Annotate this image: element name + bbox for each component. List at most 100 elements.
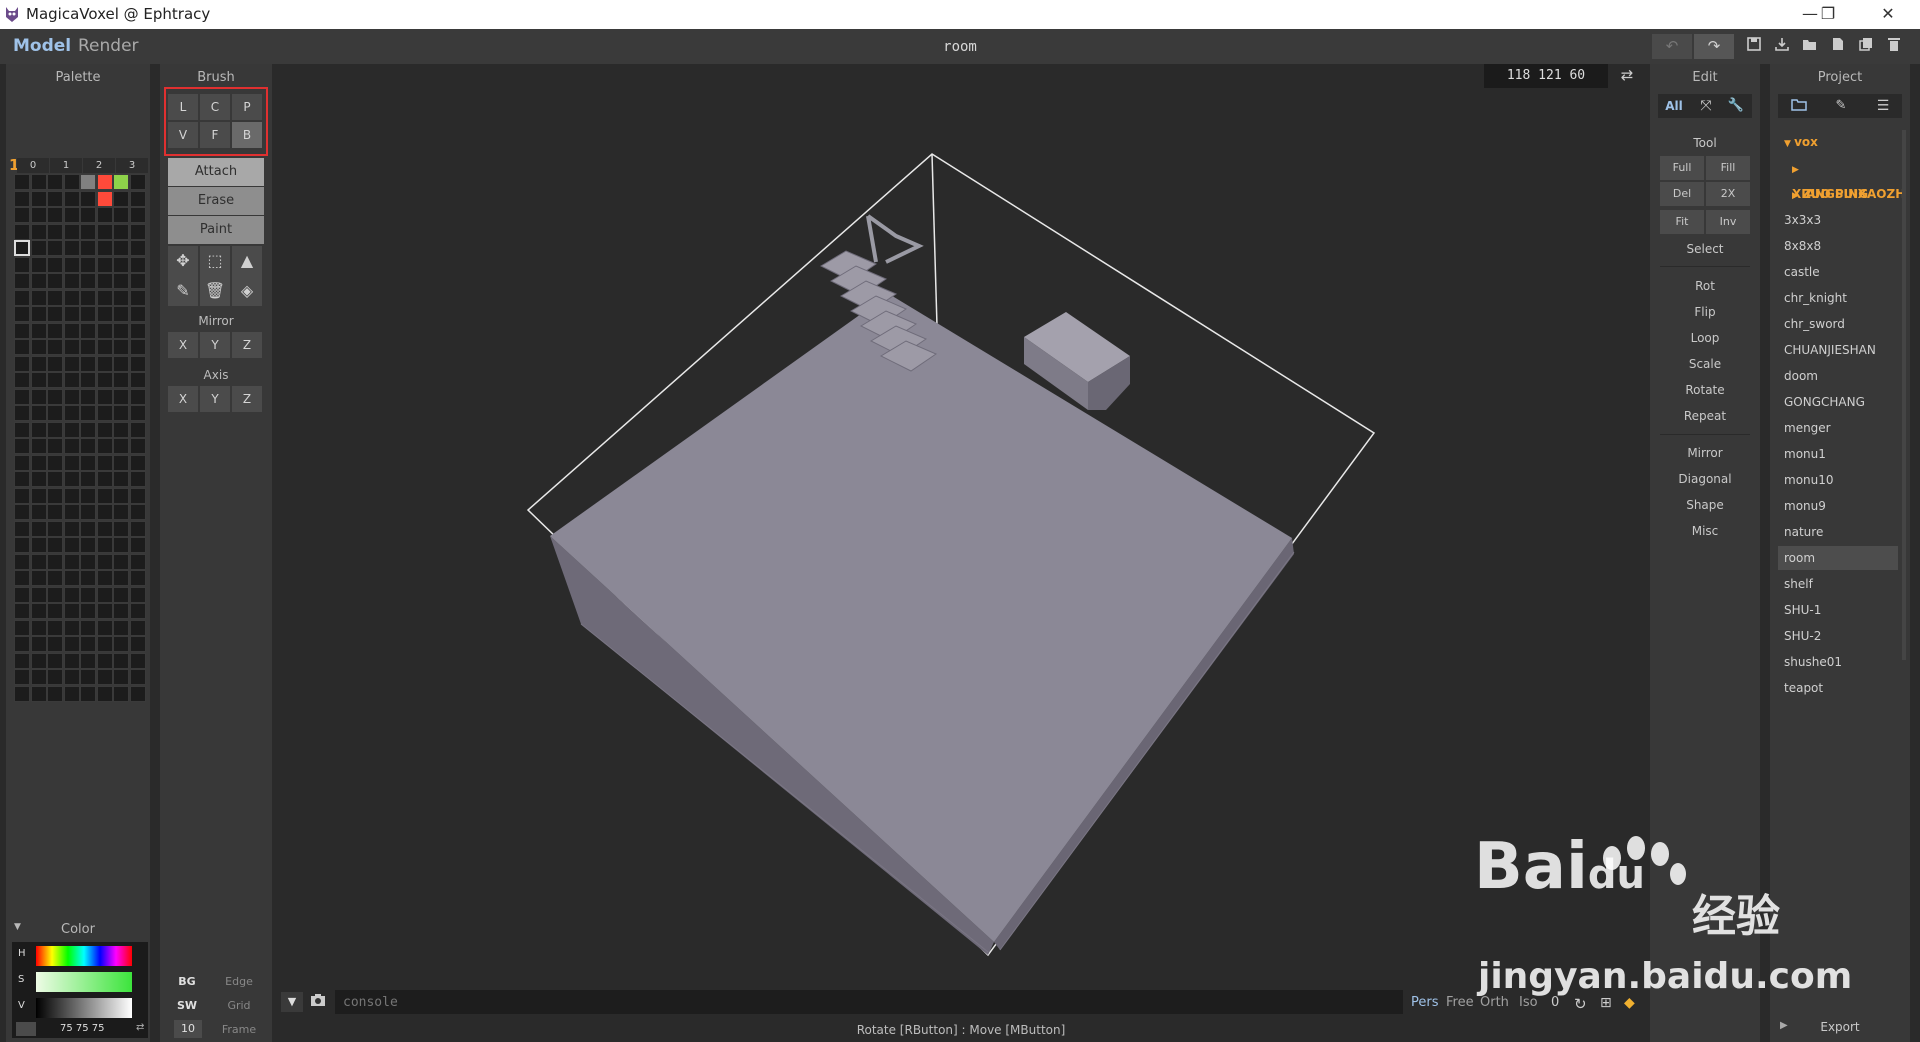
palette-cell[interactable] <box>80 603 96 619</box>
palette-cell[interactable] <box>113 240 129 256</box>
palette-cell[interactable] <box>47 388 63 405</box>
palette-cell[interactable] <box>14 537 30 553</box>
palette-cell[interactable] <box>80 504 96 520</box>
palette-cell[interactable] <box>47 322 63 339</box>
palette-cell[interactable] <box>96 438 113 454</box>
project-file-item[interactable]: GONGCHANG <box>1778 390 1898 414</box>
wrench-icon[interactable]: 🔧 <box>1722 96 1750 116</box>
grid-button[interactable]: Grid <box>216 996 262 1016</box>
palette-cell[interactable] <box>30 669 47 685</box>
palette-cell[interactable] <box>47 487 63 504</box>
palette-cell[interactable] <box>30 504 47 520</box>
palette-cell[interactable] <box>113 669 129 685</box>
maximize-button[interactable]: ❐ <box>1808 4 1848 26</box>
palette-cell[interactable] <box>96 190 113 207</box>
palette-cell[interactable] <box>47 174 63 190</box>
palette-cell[interactable] <box>96 553 113 570</box>
palette-cell[interactable] <box>96 669 113 685</box>
palette-cell[interactable] <box>63 240 80 256</box>
palette-cell[interactable] <box>113 223 129 240</box>
palette-cell[interactable] <box>30 603 47 619</box>
palette-cell[interactable] <box>63 619 80 636</box>
palette-cell[interactable] <box>14 421 30 438</box>
palette-cell[interactable] <box>47 586 63 603</box>
close-button[interactable]: ✕ <box>1868 4 1908 26</box>
mirror-button[interactable]: Mirror <box>1650 446 1760 460</box>
tool-inv-button[interactable]: Inv <box>1706 210 1750 234</box>
palette-cell[interactable] <box>129 636 146 652</box>
palette-cell[interactable] <box>129 388 146 405</box>
move-icon[interactable]: ✥ <box>168 246 198 276</box>
palette-cell[interactable] <box>80 388 96 405</box>
mirror-y-button[interactable]: Y <box>200 332 230 358</box>
trash-icon[interactable]: 🗑 <box>200 276 230 306</box>
palette-cell[interactable] <box>30 207 47 223</box>
palette-cell[interactable] <box>47 570 63 586</box>
palette-cell[interactable] <box>113 355 129 372</box>
palette-cell[interactable] <box>113 471 129 487</box>
delete-icon[interactable] <box>1880 34 1907 59</box>
undo-icon[interactable]: ↶ <box>1652 34 1692 59</box>
tab-render[interactable]: Render <box>78 36 139 56</box>
palette-cell[interactable] <box>63 190 80 207</box>
palette-cell[interactable] <box>80 256 96 273</box>
palette-cell[interactable] <box>80 619 96 636</box>
palette-cell[interactable] <box>47 289 63 306</box>
tool-fit-button[interactable]: Fit <box>1660 210 1704 234</box>
palette-cell[interactable] <box>113 504 129 520</box>
eyedropper-icon[interactable]: ✎ <box>168 276 198 306</box>
list-tab-icon[interactable]: ☰ <box>1866 96 1900 116</box>
palette-cell[interactable] <box>14 570 30 586</box>
project-file-item[interactable]: CHUANJIESHAN <box>1778 338 1898 362</box>
palette-cell[interactable] <box>30 652 47 669</box>
palette-cell[interactable] <box>113 405 129 421</box>
axis-x-button[interactable]: X <box>168 386 198 412</box>
axis-z-button[interactable]: Z <box>232 386 262 412</box>
palette-cell[interactable] <box>113 636 129 652</box>
color-picker[interactable]: H S V 75 75 75 ⇄ <box>12 942 148 1038</box>
palette-cell[interactable] <box>30 256 47 273</box>
diagonal-button[interactable]: Diagonal <box>1650 472 1760 486</box>
palette-cell[interactable] <box>113 174 129 190</box>
shape-button[interactable]: Shape <box>1650 498 1760 512</box>
palette-cell[interactable] <box>113 570 129 586</box>
voxel-scene[interactable] <box>276 64 1646 984</box>
palette-cell[interactable] <box>47 421 63 438</box>
swap-icon[interactable]: ⇄ <box>136 1022 144 1033</box>
palette-cell[interactable] <box>63 487 80 504</box>
bucket-icon[interactable]: ◈ <box>232 276 262 306</box>
palette-cell[interactable] <box>63 603 80 619</box>
view-free-button[interactable]: Free <box>1446 995 1474 1010</box>
loop-button[interactable]: Loop <box>1650 331 1760 345</box>
palette-cell[interactable] <box>63 421 80 438</box>
palette-cell[interactable] <box>96 652 113 669</box>
palette-cell[interactable] <box>113 306 129 322</box>
palette-cell[interactable] <box>47 339 63 355</box>
palette-cell[interactable] <box>96 586 113 603</box>
palette-cell[interactable] <box>47 240 63 256</box>
palette-cell[interactable] <box>63 339 80 355</box>
palette-cell[interactable] <box>129 322 146 339</box>
paint-button[interactable]: Paint <box>168 216 264 244</box>
palette-cell[interactable] <box>80 240 96 256</box>
palette-cell[interactable] <box>63 256 80 273</box>
palette-cell[interactable] <box>80 339 96 355</box>
palette-cell[interactable] <box>129 256 146 273</box>
palette-cell[interactable] <box>129 438 146 454</box>
palette-cell[interactable] <box>96 619 113 636</box>
project-file-item[interactable]: teapot <box>1778 676 1898 700</box>
palette-cell[interactable] <box>113 388 129 405</box>
palette-cell[interactable] <box>113 652 129 669</box>
palette-cell[interactable] <box>129 487 146 504</box>
palette-cell[interactable] <box>63 471 80 487</box>
palette-cell[interactable] <box>47 438 63 454</box>
palette-cell[interactable] <box>63 174 80 190</box>
palette-cell[interactable] <box>113 256 129 273</box>
palette-cell[interactable] <box>80 537 96 553</box>
tool-2x-button[interactable]: 2X <box>1706 182 1750 206</box>
palette-cell[interactable] <box>14 223 30 240</box>
brush-tab-icon[interactable]: ✎ <box>1824 96 1858 116</box>
palette-cell[interactable] <box>80 421 96 438</box>
palette-cell[interactable] <box>113 487 129 504</box>
cube-icon[interactable]: ◆ <box>1624 995 1635 1011</box>
